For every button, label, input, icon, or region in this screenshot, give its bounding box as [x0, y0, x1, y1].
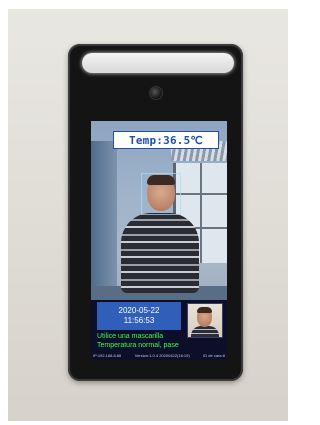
camera-feed-left-wall [91, 141, 117, 291]
led-light-strip [82, 53, 234, 73]
face-detection-box [141, 173, 181, 215]
device-screen: Temp:36.5℃ 2020-05-22 11:56:53 Utilice u… [91, 121, 227, 360]
temperature-text: Temp:36.5℃ [129, 133, 203, 147]
footer-face-id: ID de cara:8 [203, 353, 225, 358]
mask-message: Utilice una mascarilla [97, 333, 164, 340]
captured-face-thumbnail [187, 303, 223, 338]
footer-ip: IP:192.168.8.86 [93, 353, 122, 358]
time-text: 11:56:53 [123, 316, 155, 325]
camera-lens-icon [149, 86, 163, 100]
status-footer: IP:192.168.8.86 Version:1.0.4 20200422(1… [91, 352, 227, 360]
person-body [121, 213, 199, 293]
temperature-readout: Temp:36.5℃ [113, 131, 219, 149]
datetime-box: 2020-05-22 11:56:53 [97, 302, 181, 330]
date-text: 2020-05-22 [118, 306, 160, 315]
footer-version: Version:1.0.4 20200422(16:19) [134, 353, 190, 358]
temperature-status-message: Temperatura normal, pase [97, 342, 179, 349]
